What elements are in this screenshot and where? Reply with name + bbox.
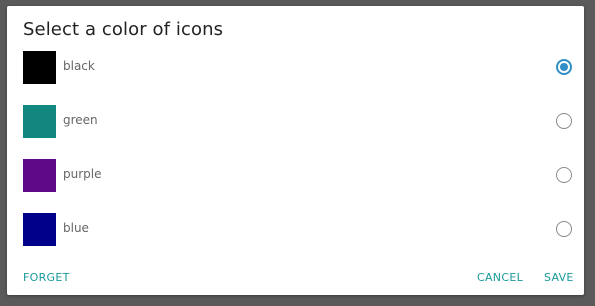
color-select-dialog: Select a color of icons black green purp… — [7, 6, 584, 295]
option-black[interactable]: black — [7, 47, 584, 87]
swatch-green — [23, 105, 56, 138]
option-green[interactable]: green — [7, 101, 584, 141]
option-purple[interactable]: purple — [7, 155, 584, 195]
option-label-blue: blue — [63, 221, 89, 235]
swatch-purple — [23, 159, 56, 192]
option-blue[interactable]: blue — [7, 209, 584, 249]
option-label-black: black — [63, 59, 95, 73]
radio-purple[interactable] — [556, 167, 572, 183]
option-label-purple: purple — [63, 167, 102, 181]
radio-blue[interactable] — [556, 221, 572, 237]
cancel-button[interactable]: CANCEL — [477, 271, 523, 284]
forget-button[interactable]: FORGET — [23, 271, 70, 284]
option-label-green: green — [63, 113, 98, 127]
radio-green[interactable] — [556, 113, 572, 129]
swatch-black — [23, 51, 56, 84]
save-button[interactable]: SAVE — [544, 271, 574, 284]
dialog-title: Select a color of icons — [23, 19, 224, 40]
radio-black[interactable] — [556, 59, 572, 75]
swatch-blue — [23, 213, 56, 246]
